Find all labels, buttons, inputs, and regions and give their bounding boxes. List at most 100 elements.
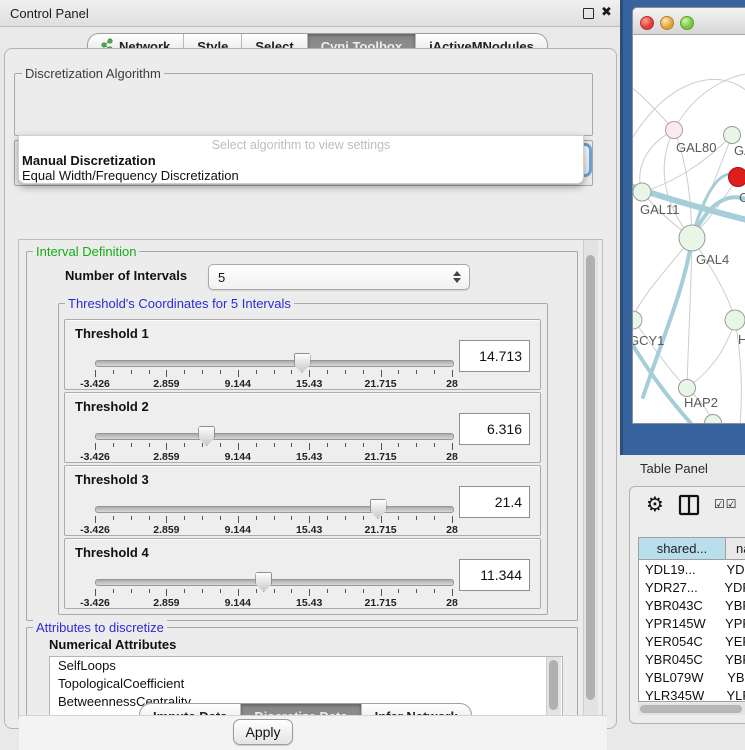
settings-scrollpane: Interval Definition Number of Intervals … bbox=[18, 239, 603, 719]
cell-shared-name[interactable]: YBL079W bbox=[639, 670, 717, 685]
cyni-toolbox-panel: Discretization Algorithm Select algorith… bbox=[4, 48, 617, 729]
table-row[interactable]: YDR27...YDR2 bbox=[639, 578, 745, 596]
slider-tick bbox=[291, 589, 292, 593]
slider-tick bbox=[184, 589, 185, 593]
slider-tick-label: 15.43 bbox=[296, 378, 322, 390]
cell-name[interactable]: YDL1 bbox=[716, 562, 745, 577]
slider-tick bbox=[238, 370, 239, 377]
threshold-slider[interactable]: -3.4262.8599.14415.4321.71528 bbox=[95, 500, 452, 532]
slider-thumb-icon[interactable] bbox=[294, 353, 311, 373]
checkbox-filter-icon[interactable]: ☑☑ bbox=[714, 497, 738, 511]
threshold-value-field[interactable]: 14.713 bbox=[459, 340, 530, 372]
slider-tick bbox=[434, 516, 435, 520]
attribute-list-item[interactable]: TopologicalCoefficient bbox=[50, 675, 562, 693]
threshold-value-field[interactable]: 6.316 bbox=[459, 413, 530, 445]
table-row[interactable]: YBR043CYBR0 bbox=[639, 596, 745, 614]
num-intervals-label: Number of Intervals bbox=[65, 268, 187, 283]
cell-shared-name[interactable]: YLR345W bbox=[639, 688, 716, 703]
network-canvas[interactable]: GAL80 GA C GAL11 GAL4 GCY1 H HAP2 bbox=[633, 35, 745, 424]
cell-shared-name[interactable]: YBR043C bbox=[639, 598, 715, 613]
threshold-slider[interactable]: -3.4262.8599.14415.4321.71528 bbox=[95, 573, 452, 605]
cell-shared-name[interactable]: YDL19... bbox=[639, 562, 716, 577]
network-graph: GAL80 GA C GAL11 GAL4 GCY1 H HAP2 bbox=[633, 35, 745, 424]
gear-icon[interactable]: ⚙ bbox=[646, 492, 664, 517]
attribute-list-item[interactable]: SelfLoops bbox=[50, 657, 562, 675]
slider-tick bbox=[113, 370, 114, 374]
cell-shared-name[interactable]: YER054C bbox=[639, 634, 715, 649]
node-label-hap2: HAP2 bbox=[684, 395, 718, 410]
threshold-value-field[interactable]: 21.4 bbox=[459, 486, 530, 518]
cell-name[interactable]: YLR3 bbox=[716, 688, 745, 703]
cell-name[interactable]: YBR0 bbox=[715, 652, 745, 667]
thresholds-group-title: Threshold's Coordinates for 5 Intervals bbox=[65, 296, 294, 311]
float-window-icon[interactable] bbox=[583, 8, 594, 19]
table-row[interactable]: YER054CYER0 bbox=[639, 632, 745, 650]
zoom-traffic-light[interactable] bbox=[680, 16, 694, 30]
interval-definition-group-title: Interval Definition bbox=[33, 244, 139, 259]
node-attribute-table[interactable]: shared... na YDL19...YDL1YDR27...YDR2YBR… bbox=[638, 537, 745, 702]
cell-shared-name[interactable]: YBR045C bbox=[639, 652, 715, 667]
slider-tick-label: 28 bbox=[446, 597, 458, 609]
slider-tick bbox=[452, 516, 453, 523]
slider-tick bbox=[327, 370, 328, 374]
minimize-traffic-light[interactable] bbox=[660, 16, 674, 30]
table-panel-toolbar: ⚙ ☑☑ bbox=[630, 487, 745, 531]
cell-name[interactable]: YDR2 bbox=[714, 580, 745, 595]
table-row[interactable]: YBL079WYBL0 bbox=[639, 668, 745, 686]
slider-tick bbox=[434, 589, 435, 593]
network-window-titlebar bbox=[633, 8, 745, 35]
threshold-panel: Threshold 3 -3.4262.8599.14415.4321.7152… bbox=[64, 465, 541, 536]
slider-track[interactable] bbox=[95, 360, 454, 367]
table-row[interactable]: YPR145WYPR1 bbox=[639, 614, 745, 632]
threshold-slider[interactable]: -3.4262.8599.14415.4321.71528 bbox=[95, 427, 452, 459]
cell-name[interactable]: YBR0 bbox=[715, 598, 745, 613]
slider-tick bbox=[202, 370, 203, 374]
table-horizontal-scrollbar[interactable] bbox=[638, 703, 745, 715]
slider-thumb-icon[interactable] bbox=[255, 572, 272, 592]
slider-tick bbox=[220, 443, 221, 447]
column-header-name[interactable]: na bbox=[726, 538, 745, 559]
node-label-gal80: GAL80 bbox=[676, 140, 716, 155]
slider-tick bbox=[184, 443, 185, 447]
slider-track[interactable] bbox=[95, 579, 454, 586]
cell-name[interactable]: YBL0 bbox=[717, 670, 745, 685]
settings-scrollbar[interactable] bbox=[583, 240, 598, 718]
node-label-partial-c: C bbox=[739, 190, 745, 205]
slider-track[interactable] bbox=[95, 506, 454, 513]
threshold-value-field[interactable]: 11.344 bbox=[459, 559, 530, 591]
num-intervals-value: 5 bbox=[209, 270, 449, 285]
cell-name[interactable]: YER0 bbox=[715, 634, 745, 649]
cell-name[interactable]: YPR1 bbox=[715, 616, 745, 631]
column-header-shared-name[interactable]: shared... bbox=[639, 538, 726, 559]
table-row[interactable]: YDL19...YDL1 bbox=[639, 560, 745, 578]
columns-icon[interactable] bbox=[678, 494, 700, 521]
slider-tick bbox=[327, 516, 328, 520]
slider-tick-label: -3.426 bbox=[80, 597, 110, 609]
slider-tick bbox=[149, 370, 150, 374]
table-row[interactable]: YBR045CYBR0 bbox=[639, 650, 745, 668]
popup-placeholder-item[interactable]: Select algorithm to view settings bbox=[19, 136, 583, 153]
close-icon[interactable]: ✖ bbox=[601, 4, 612, 20]
apply-button[interactable]: Apply bbox=[233, 719, 293, 745]
network-frame: GAL80 GA C GAL11 GAL4 GCY1 H HAP2 bbox=[620, 0, 745, 455]
slider-tick bbox=[274, 370, 275, 374]
cell-shared-name[interactable]: YPR145W bbox=[639, 616, 715, 631]
num-intervals-combobox[interactable]: 5 bbox=[208, 264, 470, 290]
slider-track[interactable] bbox=[95, 433, 454, 440]
node-gal80 bbox=[666, 122, 683, 139]
attributes-list-scrollbar[interactable] bbox=[546, 657, 561, 717]
table-row[interactable]: YLR345WYLR3 bbox=[639, 686, 745, 702]
attributes-group-title: Attributes to discretize bbox=[33, 620, 167, 635]
cell-shared-name[interactable]: YDR27... bbox=[639, 580, 714, 595]
slider-thumb-icon[interactable] bbox=[198, 426, 215, 446]
slider-tick bbox=[416, 516, 417, 520]
slider-tick bbox=[398, 370, 399, 374]
threshold-slider[interactable]: -3.4262.8599.14415.4321.71528 bbox=[95, 354, 452, 386]
table-header-row: shared... na bbox=[639, 538, 745, 560]
slider-tick bbox=[345, 370, 346, 374]
slider-tick bbox=[291, 370, 292, 374]
close-traffic-light[interactable] bbox=[640, 16, 654, 30]
popup-item-equal-width[interactable]: Equal Width/Frequency Discretization bbox=[19, 168, 583, 183]
popup-item-manual-discretization[interactable]: Manual Discretization bbox=[19, 153, 583, 168]
slider-thumb-icon[interactable] bbox=[370, 499, 387, 519]
